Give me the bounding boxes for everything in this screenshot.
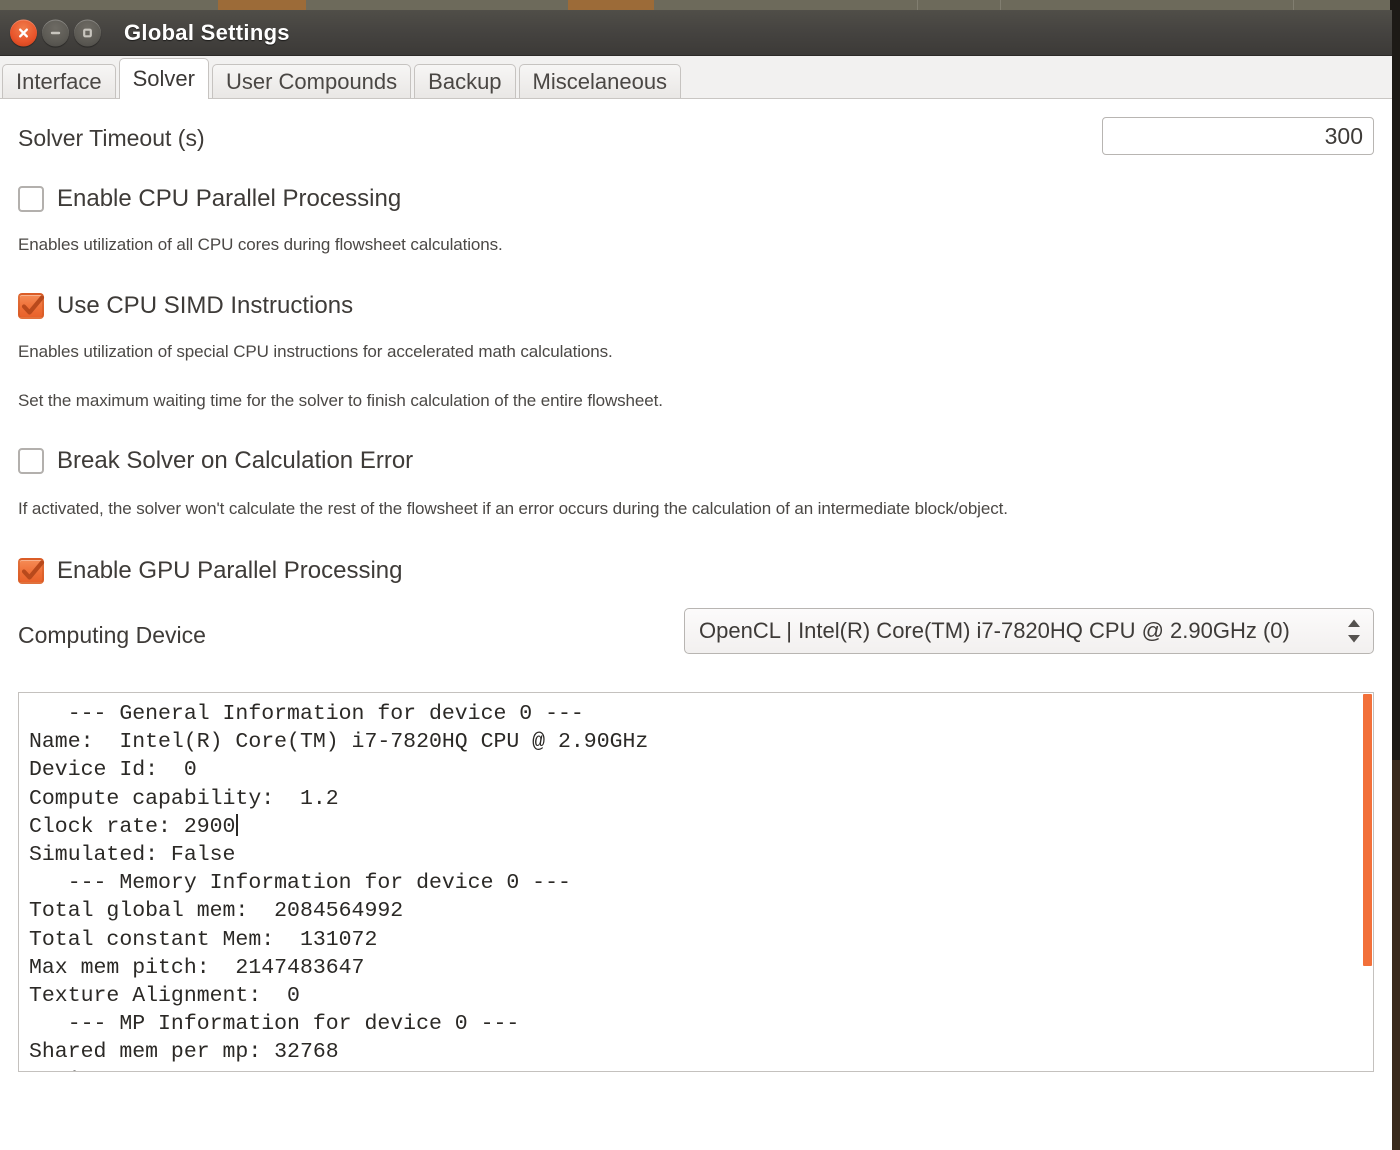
window-title: Global Settings (124, 19, 290, 45)
solver-timeout-input[interactable] (1102, 117, 1374, 155)
device-info-scroll-thumb[interactable] (1363, 694, 1372, 966)
minimize-icon[interactable] (42, 19, 69, 46)
device-info-content: --- General Information for device 0 ---… (29, 702, 649, 1071)
title-bar[interactable]: Global Settings (0, 10, 1392, 56)
solver-timeout-description: Set the maximum waiting time for the sol… (18, 391, 663, 410)
maximize-icon[interactable] (74, 19, 101, 46)
break-on-error-checkbox[interactable] (18, 448, 44, 474)
break-on-error-label: Break Solver on Calculation Error (57, 447, 414, 474)
break-on-error-checkbox-row[interactable]: Break Solver on Calculation Error (18, 447, 1374, 475)
gpu-parallel-checkbox[interactable] (18, 558, 45, 584)
cpu-parallel-label: Enable CPU Parallel Processing (57, 185, 402, 212)
solver-timeout-label: Solver Timeout (s) (18, 125, 205, 151)
close-icon[interactable] (10, 19, 37, 46)
computing-device-dropdown[interactable]: OpenCL | Intel(R) Core(TM) i7-7820HQ CPU… (684, 608, 1374, 654)
text-cursor (236, 813, 239, 836)
global-settings-window: Global Settings Interface Solver User Co… (0, 10, 1392, 1150)
cpu-parallel-description: Enables utilization of all CPU cores dur… (18, 235, 503, 254)
gpu-parallel-checkbox-row[interactable]: Enable GPU Parallel Processing (18, 557, 1374, 585)
cpu-simd-description: Enables utilization of special CPU instr… (18, 342, 613, 361)
cpu-simd-label: Use CPU SIMD Instructions (57, 292, 354, 319)
computing-device-label: Computing Device (18, 622, 206, 648)
break-on-error-description: If activated, the solver won't calculate… (18, 499, 1008, 518)
spinner-arrows-icon[interactable] (1343, 619, 1365, 643)
cpu-parallel-checkbox-row[interactable]: Enable CPU Parallel Processing (18, 185, 1374, 213)
computing-device-selected-value: OpenCL | Intel(R) Core(TM) i7-7820HQ CPU… (699, 618, 1290, 643)
device-info-textarea[interactable]: --- General Information for device 0 ---… (18, 692, 1374, 1072)
gpu-parallel-label: Enable GPU Parallel Processing (57, 557, 403, 584)
tab-miscelaneous[interactable]: Miscelaneous (518, 64, 682, 98)
tab-user-compounds[interactable]: User Compounds (211, 64, 412, 98)
cpu-simd-checkbox-row[interactable]: Use CPU SIMD Instructions (18, 292, 1374, 320)
tab-backup[interactable]: Backup (414, 64, 516, 98)
cpu-simd-checkbox[interactable] (18, 293, 45, 319)
device-info-scrollbar[interactable] (1363, 694, 1372, 1070)
solver-timeout-row: Solver Timeout (s) (18, 117, 1374, 163)
window-controls (10, 19, 101, 46)
tab-solver[interactable]: Solver (118, 58, 209, 99)
computing-device-row: Computing Device OpenCL | Intel(R) Core(… (18, 608, 1374, 668)
tab-interface[interactable]: Interface (2, 64, 116, 98)
tab-bar: Interface Solver User Compounds Backup M… (0, 56, 1392, 99)
cpu-parallel-checkbox[interactable] (18, 186, 44, 212)
